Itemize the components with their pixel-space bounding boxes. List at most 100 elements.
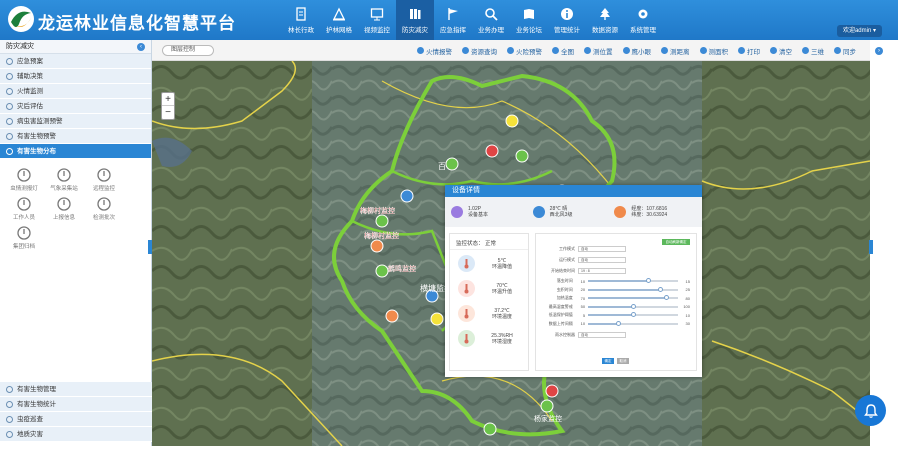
menu-item-label: 有害生物管理 xyxy=(17,385,56,393)
sidebar-menu-item[interactable]: 有害生物预警 xyxy=(0,129,151,144)
slider-handle[interactable] xyxy=(630,303,636,309)
rain-controller-select[interactable]: 自动 xyxy=(578,331,626,338)
map-marker[interactable] xyxy=(485,144,499,158)
slider-track[interactable] xyxy=(588,295,678,301)
device-tool[interactable]: 虫情测报灯 xyxy=(6,167,42,192)
zoom-in-button[interactable]: + xyxy=(162,93,174,106)
sidebar-menu-item[interactable]: 灾后评估 xyxy=(0,99,151,114)
slider-track[interactable] xyxy=(588,320,678,326)
auto-refresh-button[interactable]: 自动刷新确定 xyxy=(662,239,690,245)
slider-handle[interactable] xyxy=(630,312,636,318)
toolbar-button[interactable]: 三维 xyxy=(798,44,828,57)
slider-max: 30 xyxy=(685,321,690,327)
toolbar-button[interactable]: 火情报警 xyxy=(413,44,456,57)
device-tool[interactable]: 气象采集站 xyxy=(46,167,82,192)
toolbar-button[interactable]: 全图 xyxy=(548,44,578,57)
nav-item[interactable]: 系统管理 xyxy=(624,0,662,40)
nav-item[interactable]: 数据资源 xyxy=(586,0,624,40)
slider-track[interactable] xyxy=(588,303,678,309)
nav-item[interactable]: 视频监控 xyxy=(358,0,396,40)
nav-item[interactable]: 防灾减灾 xyxy=(396,0,434,40)
sidebar-menu-item[interactable]: 病虫害监测预警 xyxy=(0,114,151,129)
map-marker[interactable] xyxy=(370,239,384,253)
notification-button[interactable] xyxy=(855,395,886,426)
sidebar-menu-item[interactable]: 虫疫巡查 xyxy=(0,412,152,427)
map-marker[interactable] xyxy=(545,384,559,398)
zoom-out-button[interactable]: − xyxy=(162,106,174,119)
slider-handle[interactable] xyxy=(645,278,651,284)
slider-track[interactable] xyxy=(588,278,678,284)
field-select[interactable]: 自动 xyxy=(578,245,626,252)
nav-item[interactable]: 管理统计 xyxy=(548,0,586,40)
sidebar-menu-item[interactable]: 辅助决策 xyxy=(0,69,151,84)
map-marker[interactable] xyxy=(505,114,519,128)
sidebar-menu-item[interactable]: 有害生物管理 xyxy=(0,382,152,397)
nav-item[interactable]: 林长行政 xyxy=(282,0,320,40)
toolbar-button[interactable]: 火险预警 xyxy=(503,44,546,57)
device-tool[interactable]: 上报信息 xyxy=(46,196,82,221)
nav-item[interactable]: 护林网格 xyxy=(320,0,358,40)
map-view[interactable]: 百 梅柳村监控 梅柳村监控 鹤鸣监控 横塘监控 杨家监控 + − 设备详情 1.… xyxy=(152,60,870,446)
toolbar-button[interactable]: 测距离 xyxy=(657,44,694,57)
toolbar-button[interactable]: 清空 xyxy=(766,44,796,57)
map-marker[interactable] xyxy=(445,157,459,171)
slider-max: 100 xyxy=(683,304,690,310)
stat-icon xyxy=(451,206,463,218)
device-tool[interactable]: 工作人员 xyxy=(6,196,42,221)
slider-handle[interactable] xyxy=(664,295,670,301)
menu-item-label: 辅助决策 xyxy=(17,72,43,80)
nav-item[interactable]: 应急指挥 xyxy=(434,0,472,40)
sidebar-menu-item[interactable]: 有害生物统计 xyxy=(0,397,152,412)
flag-icon xyxy=(448,7,458,20)
device-tool[interactable]: 集团归档 xyxy=(6,225,42,250)
status-line: 监控状态： 正常 xyxy=(450,234,528,250)
map-marker[interactable] xyxy=(515,149,529,163)
map-toolbar: 图层控制 火情报警 资源查询 火险预警 全图 测位置 鹰小眼 测距离 测面积 打印 清空 三维 同步 xyxy=(152,40,870,61)
cancel-button[interactable]: 取消 xyxy=(617,358,629,364)
map-marker[interactable] xyxy=(375,214,389,228)
collapse-right-icon[interactable]: › xyxy=(875,47,883,55)
sidebar-title: 防灾减灾 xyxy=(6,43,34,50)
slider-handle[interactable] xyxy=(615,320,621,326)
map-marker[interactable] xyxy=(400,189,414,203)
field-label: 运行模式 xyxy=(559,256,575,262)
slider-value: 20 xyxy=(580,287,586,293)
toolbar-button[interactable]: 同步 xyxy=(830,44,860,57)
thermometer-icon xyxy=(57,168,71,182)
reading-item: 25.3%RH 环境湿度 xyxy=(450,327,528,350)
slider-track[interactable] xyxy=(588,312,678,318)
stat-line2: 纬度：30.63924 xyxy=(631,212,668,218)
slider-handle[interactable] xyxy=(657,286,663,292)
map-marker[interactable] xyxy=(375,264,389,278)
toolbar-button[interactable]: 测位置 xyxy=(580,44,617,57)
confirm-button[interactable]: 确定 xyxy=(602,358,614,364)
device-tool[interactable]: 远程监控 xyxy=(86,167,122,192)
settings-slider: 加热温度 70 80 xyxy=(542,294,690,303)
nav-item[interactable]: 业务办理 xyxy=(472,0,510,40)
sidebar-menu-item[interactable]: 火情监测 xyxy=(0,84,151,99)
bug-lamp-icon xyxy=(17,168,31,182)
collapse-left-icon[interactable]: ‹ xyxy=(137,43,145,51)
right-panel-toggle[interactable] xyxy=(869,240,873,254)
toolbar-button[interactable]: 资源查询 xyxy=(458,44,501,57)
device-tool[interactable]: 检测批次 xyxy=(86,196,122,221)
map-marker[interactable] xyxy=(483,422,497,436)
toolbar-button[interactable]: 打印 xyxy=(734,44,764,57)
field-select[interactable]: 自动 xyxy=(578,256,626,263)
user-menu-button[interactable]: 欢迎admin ▾ xyxy=(836,25,882,37)
layer-select[interactable]: 图层控制 xyxy=(162,45,214,56)
sidebar-menu-item[interactable]: 有害生物分布 xyxy=(0,144,151,159)
toolbar-button[interactable]: 鹰小眼 xyxy=(619,44,656,57)
field-select[interactable]: 19 : 8 xyxy=(578,267,626,274)
search-icon xyxy=(485,7,498,21)
toolbar-button[interactable]: 测面积 xyxy=(696,44,733,57)
nav-item[interactable]: 业务论坛 xyxy=(510,0,548,40)
reading-label: 环境湿度 xyxy=(491,338,512,345)
map-marker[interactable] xyxy=(540,399,554,413)
map-marker[interactable] xyxy=(385,309,399,323)
toolbar-button-icon xyxy=(699,47,707,54)
slider-track[interactable] xyxy=(588,286,678,292)
sidebar-menu-item[interactable]: 地质灾害 xyxy=(0,427,152,442)
map-marker[interactable] xyxy=(430,312,444,326)
sidebar-menu-item[interactable]: 应急预案 xyxy=(0,54,151,69)
